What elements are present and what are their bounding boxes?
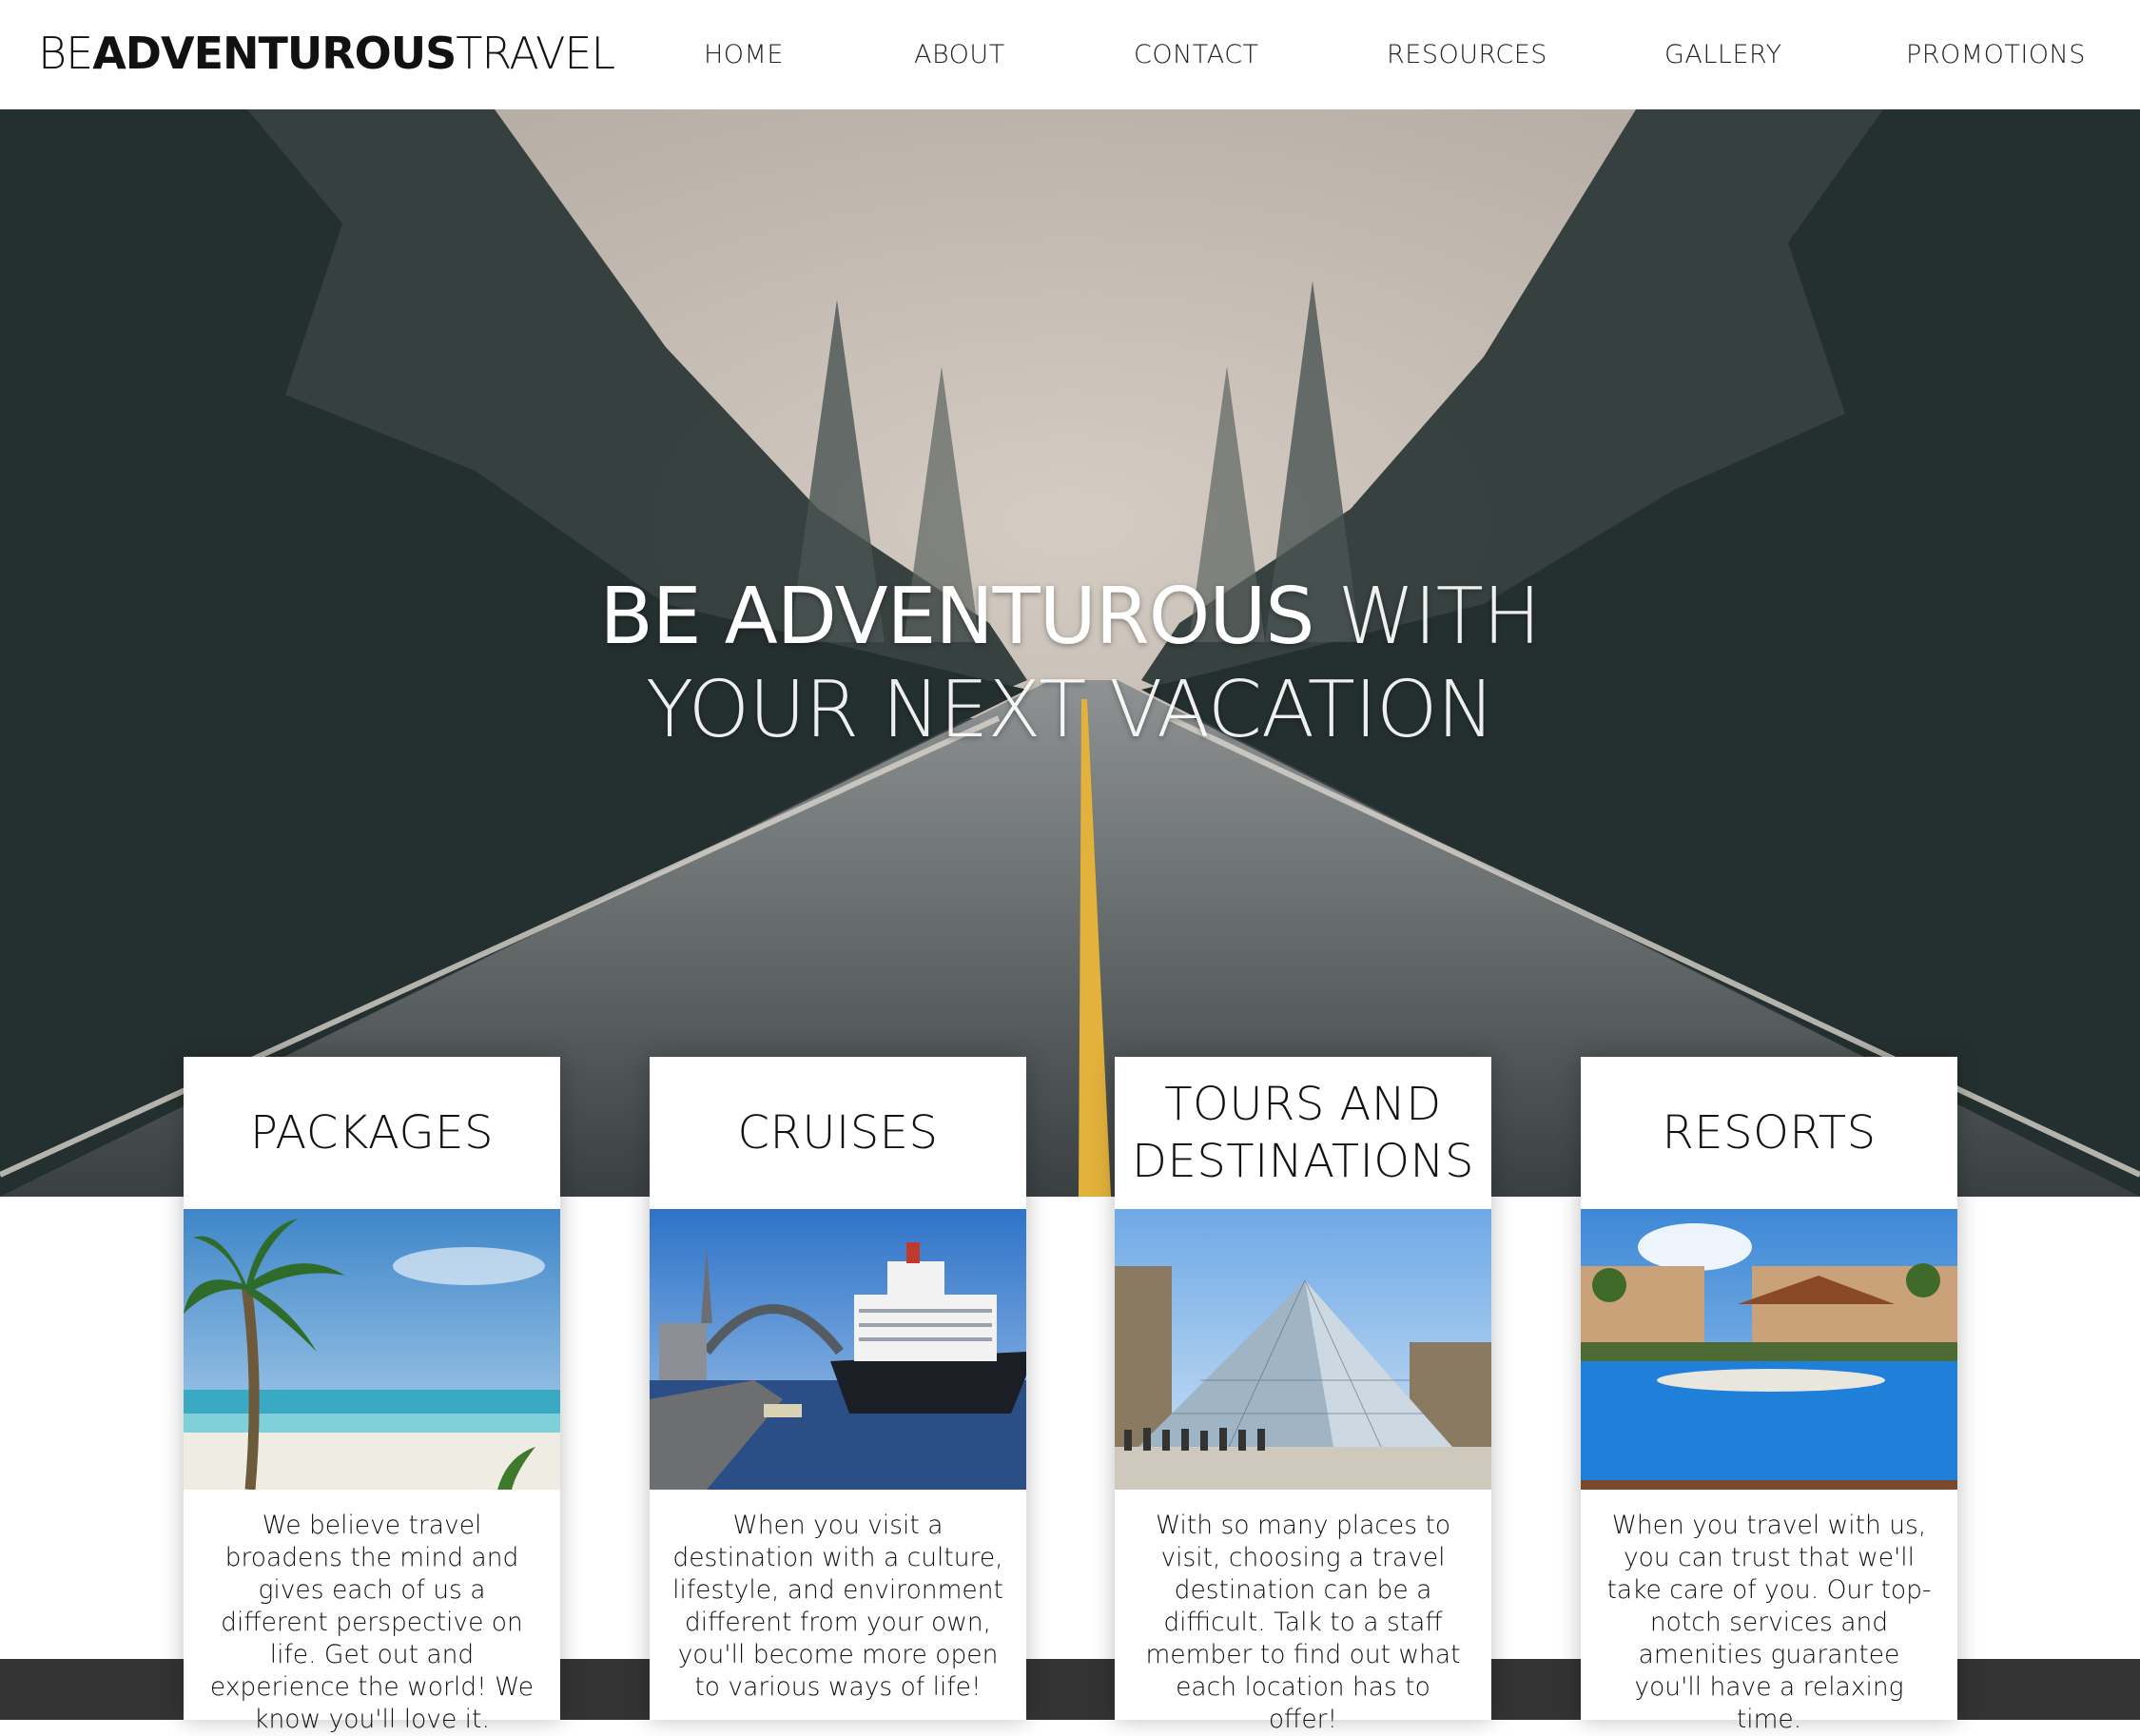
louvre-pyramid-image [1115, 1209, 1491, 1490]
card-title[interactable]: PACKAGES [184, 1057, 560, 1209]
card-image-resort-pool[interactable] [1581, 1209, 1957, 1490]
card-description: When you travel with us, you can trust t… [1606, 1511, 1932, 1734]
card-image-cruise-ship[interactable] [650, 1209, 1026, 1490]
card-title[interactable]: TOURS AND DESTINATIONS [1115, 1057, 1491, 1209]
card-image-beach[interactable] [184, 1209, 560, 1490]
hero-headline-light: WITH [1313, 572, 1541, 662]
beach-palm-image [184, 1209, 560, 1490]
card-resorts[interactable]: RESORTS When you travel with us, you can… [1581, 1057, 1957, 1734]
nav-about-link[interactable]: ABOUT [914, 38, 1005, 72]
card-description: When you visit a destination with a cult… [672, 1511, 1003, 1702]
site-logo[interactable]: BEADVENTUROUSTRAVEL [38, 26, 615, 81]
logo-part-be: BE [38, 28, 93, 79]
hero-subheadline: YOUR NEXT VACATION [646, 665, 1495, 755]
card-tours-and-destinations[interactable]: TOURS AND DESTINATIONS With so many plac… [1115, 1057, 1491, 1734]
nav-home-link[interactable]: HOME [704, 38, 784, 72]
resort-pool-image [1581, 1209, 1957, 1490]
card-packages[interactable]: PACKAGES We believe travel broadens the … [184, 1057, 560, 1734]
hero-banner: BE ADVENTUROUS WITH YOUR NEXT VACATION [0, 109, 2140, 1197]
hero-headline: BE ADVENTUROUS WITH YOUR NEXT VACATION [0, 571, 2140, 757]
nav-gallery-link[interactable]: GALLERY [1664, 38, 1782, 72]
card-description: We believe travel broadens the mind and … [209, 1511, 535, 1734]
logo-part-adventurous: ADVENTUROUS [92, 28, 457, 79]
cruise-ship-image [650, 1209, 1026, 1490]
hero-headline-strong: BE ADVENTUROUS [599, 572, 1315, 662]
card-title[interactable]: RESORTS [1581, 1057, 1957, 1209]
card-description: With so many places to visit, choosing a… [1145, 1511, 1461, 1734]
logo-part-travel: TRAVEL [456, 28, 615, 79]
site-header: BEADVENTUROUSTRAVEL HOME ABOUT CONTACT R… [0, 0, 2140, 109]
nav-promotions-link[interactable]: PROMOTIONS [1906, 38, 2086, 72]
card-image-louvre[interactable] [1115, 1209, 1491, 1490]
card-title[interactable]: CRUISES [650, 1057, 1026, 1209]
card-cruises[interactable]: CRUISES When you visit a destination wit… [650, 1057, 1026, 1720]
nav-resources-link[interactable]: RESOURCES [1387, 38, 1547, 72]
nav-contact-link[interactable]: CONTACT [1134, 38, 1259, 72]
